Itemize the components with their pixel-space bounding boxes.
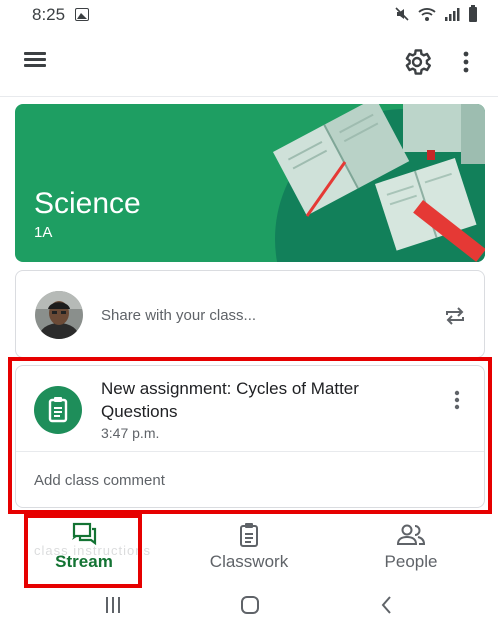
battery-icon xyxy=(469,5,477,22)
back-icon[interactable] xyxy=(376,594,398,621)
class-section: 1A xyxy=(34,224,53,241)
share-with-class-card[interactable]: Share with your class... xyxy=(15,270,485,358)
recent-apps-icon[interactable] xyxy=(102,594,124,621)
tab-people-label: People xyxy=(384,552,438,571)
stream-highlight-box xyxy=(24,514,142,588)
tab-classwork-label: Classwork xyxy=(209,552,289,571)
books-illustration xyxy=(273,104,485,262)
tab-classwork[interactable]: Classwork xyxy=(190,516,308,586)
people-icon xyxy=(396,524,426,545)
class-title: Science xyxy=(34,187,141,220)
signal-icon xyxy=(445,7,460,21)
more-vert-icon[interactable] xyxy=(456,48,476,76)
share-placeholder: Share with your class... xyxy=(101,307,257,324)
assignment-highlight-box xyxy=(8,357,492,514)
app-bar-divider xyxy=(0,96,498,97)
status-time: 8:25 xyxy=(32,5,66,24)
settings-icon[interactable] xyxy=(401,46,433,78)
system-nav-bar xyxy=(0,590,498,622)
classwork-icon xyxy=(240,523,258,547)
menu-icon[interactable] xyxy=(24,49,50,73)
gallery-icon xyxy=(75,8,89,21)
tab-people[interactable]: People xyxy=(364,516,458,586)
class-banner[interactable]: Science 1A xyxy=(15,104,485,262)
mute-icon xyxy=(395,6,409,21)
status-bar: 8:25 xyxy=(0,0,498,30)
home-icon[interactable] xyxy=(238,594,262,621)
wifi-icon xyxy=(418,7,436,21)
app-bar xyxy=(0,38,498,84)
status-icons xyxy=(394,5,478,22)
repost-icon[interactable] xyxy=(443,304,467,328)
avatar xyxy=(35,291,83,339)
